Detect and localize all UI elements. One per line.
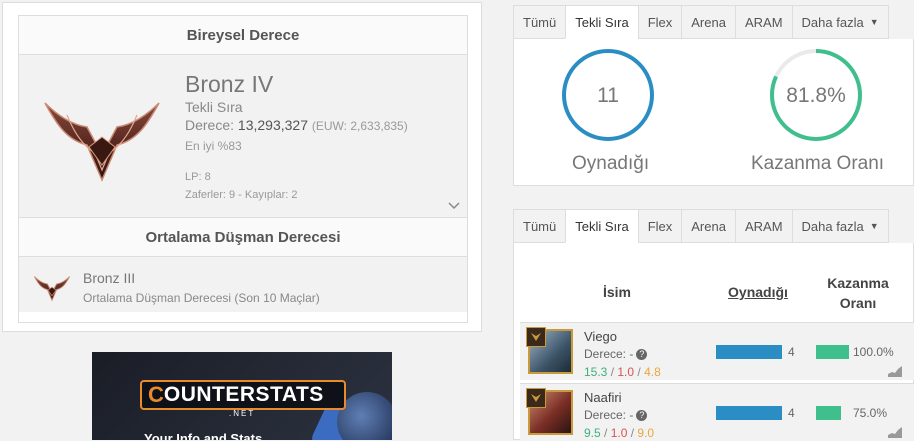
bronze-emblem-small-icon <box>33 276 71 302</box>
played-count: 4 <box>788 406 795 420</box>
tab-solo-queue[interactable]: Tekli Sıra <box>565 5 638 39</box>
counterstats-logo: C OUNTERSTATS <box>140 380 346 410</box>
league-points: LP: 8 <box>185 171 211 183</box>
trend-chart-icon[interactable] <box>888 365 902 377</box>
col-played-header[interactable]: Oynadığı <box>716 284 800 300</box>
counterstats-net: .NET <box>229 409 256 418</box>
ad-tagline: Your Info and Stats <box>144 431 263 440</box>
winrate-value: 81.8% <box>786 84 846 107</box>
queue-tabs-bottom: Tümü Tekli Sıra Flex Arena ARAM Daha faz… <box>513 209 889 243</box>
avg-enemy-tier: Bronz III <box>83 270 136 286</box>
chevron-down-icon: ▼ <box>869 221 879 231</box>
tab-flex[interactable]: Flex <box>637 5 682 39</box>
trend-chart-icon[interactable] <box>888 426 902 438</box>
champion-portrait <box>526 327 573 374</box>
wins-losses: Zaferler: 9 - Kayıplar: 2 <box>185 189 298 201</box>
top-percent: En iyi %83 <box>185 139 242 153</box>
champion-kda: 15.3 / 1.0 / 4.8 <box>584 365 661 379</box>
winrate-label: Kazanma Oranı <box>751 153 885 174</box>
tab-all[interactable]: Tümü <box>513 5 566 39</box>
rank-line: Derece: 13,293,327 (EUW: 2,633,835) <box>185 117 408 133</box>
bronze-emblem-icon <box>44 102 160 182</box>
avg-enemy-subtitle: Ortalama Düşman Derecesi (Son 10 Maçlar) <box>83 291 320 305</box>
rank-euw: (EUW: 2,633,835) <box>311 119 408 133</box>
help-icon[interactable]: ? <box>636 410 648 422</box>
chevron-down-icon[interactable] <box>447 201 461 211</box>
rank-badge-icon <box>526 388 546 408</box>
col-winrate-header[interactable]: Kazanma Oranı <box>810 273 906 313</box>
winrate-ring: 81.8% <box>770 49 862 141</box>
tab-more-2[interactable]: Daha fazla ▼ <box>791 209 889 243</box>
tab-all-2[interactable]: Tümü <box>513 209 566 243</box>
help-icon[interactable]: ? <box>636 349 648 361</box>
played-count: 4 <box>788 345 795 359</box>
champion-rank: Derece: -? <box>584 408 648 422</box>
winrate-value: 100.0% <box>853 345 894 359</box>
avg-enemy-summary: Bronz III Ortalama Düşman Derecesi (Son … <box>19 256 467 312</box>
ranked-summary[interactable]: Bronz IV Tekli Sıra Derece: 13,293,327 (… <box>19 54 467 218</box>
tab-flex-2[interactable]: Flex <box>637 209 682 243</box>
tab-more[interactable]: Daha fazla ▼ <box>791 5 889 39</box>
played-ring: 11 <box>562 49 654 141</box>
rank-badge-icon <box>526 327 546 347</box>
avg-enemy-heading: Ortalama Düşman Derecesi <box>19 218 467 256</box>
ranked-panel: Bireysel Derece Bronz IV Tekli Sıra Dere… <box>2 2 482 332</box>
winrate-bar <box>816 345 849 359</box>
tier-name: Bronz IV <box>185 71 274 97</box>
tab-aram-2[interactable]: ARAM <box>734 209 792 243</box>
tab-aram[interactable]: ARAM <box>734 5 792 39</box>
winrate-value: 75.0% <box>853 406 888 420</box>
ranked-box: Bireysel Derece Bronz IV Tekli Sıra Dere… <box>18 15 468 323</box>
tab-arena[interactable]: Arena <box>681 5 735 39</box>
played-value: 11 <box>597 84 619 107</box>
tab-arena-2[interactable]: Arena <box>681 209 735 243</box>
table-row[interactable]: Viego Derece: -? 15.3 / 1.0 / 4.8 4 100.… <box>520 322 914 380</box>
ranked-heading: Bireysel Derece <box>19 16 467 54</box>
rank-value: 13,293,327 <box>237 117 308 133</box>
champion-name: Naafiri <box>584 390 622 405</box>
champion-kda: 9.5 / 1.0 / 9.0 <box>584 426 655 440</box>
rank-label: Derece: <box>185 117 235 133</box>
tab-solo-queue-2[interactable]: Tekli Sıra <box>565 209 638 243</box>
queue-tabs-top: Tümü Tekli Sıra Flex Arena ARAM Daha faz… <box>513 5 889 39</box>
champion-rank: Derece: -? <box>584 347 648 361</box>
winrate-bar <box>816 406 841 420</box>
played-label: Oynadığı <box>572 153 650 174</box>
counterstats-ad[interactable]: C OUNTERSTATS .NET Your Info and Stats <box>92 352 392 440</box>
table-row[interactable]: Naafiri Derece: -? 9.5 / 1.0 / 9.0 4 75.… <box>520 383 914 441</box>
col-name-header[interactable]: İsim <box>597 284 637 300</box>
stats-panel: 11 Oynadığı 81.8% Kazanma Oranı <box>513 39 914 186</box>
chevron-down-icon: ▼ <box>869 17 879 27</box>
played-bar <box>716 345 782 359</box>
queue-name: Tekli Sıra <box>185 99 243 115</box>
champion-portrait <box>526 388 573 435</box>
played-bar <box>716 406 782 420</box>
champion-name: Viego <box>584 329 618 344</box>
